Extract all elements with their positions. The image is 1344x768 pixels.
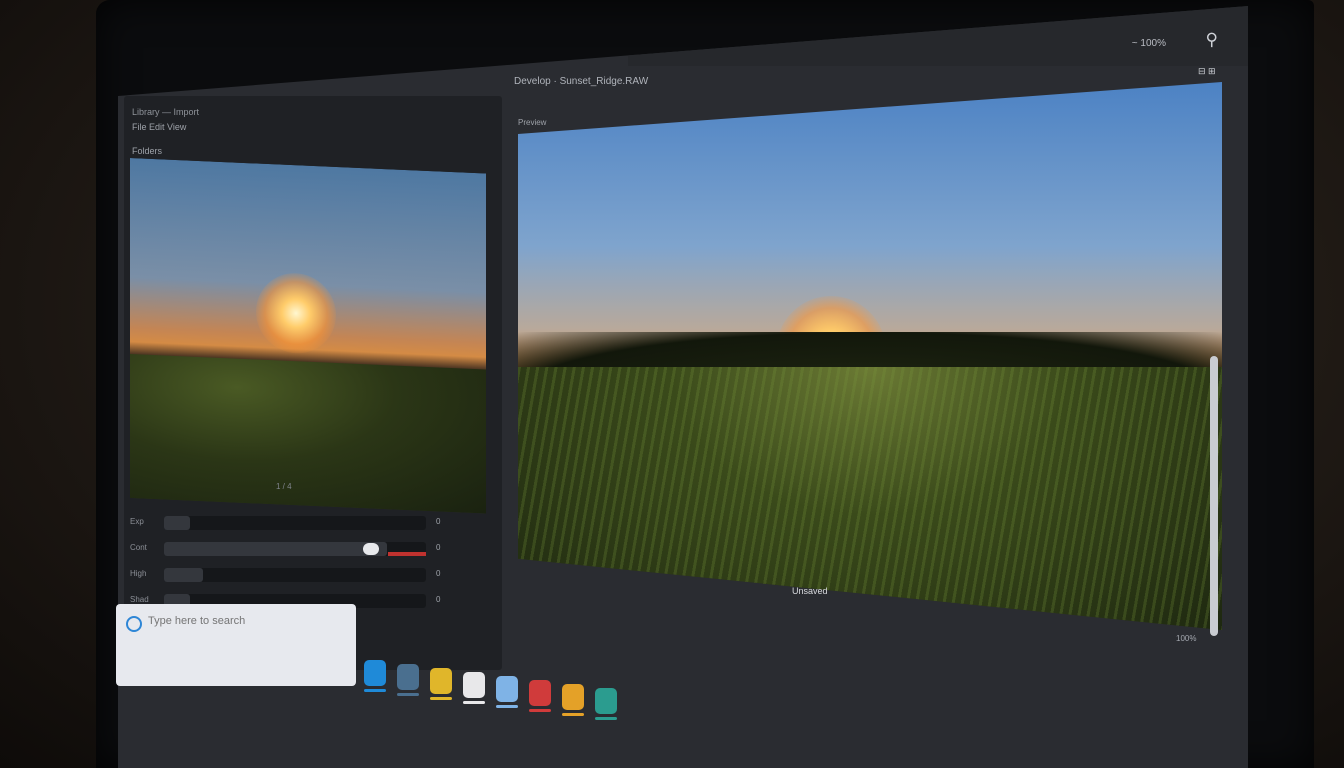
slider-track[interactable]: [164, 568, 426, 582]
search-icon[interactable]: ⚲: [1206, 30, 1218, 50]
slider-row: Exp 0: [130, 512, 440, 534]
slider-fill: [164, 516, 191, 530]
maps-icon[interactable]: [595, 688, 617, 720]
search-input[interactable]: [146, 614, 340, 628]
active-indicator: [529, 709, 551, 712]
main-photo-canvas[interactable]: [518, 82, 1222, 630]
slider-label: High: [130, 569, 147, 578]
slider-value: 0: [436, 569, 441, 578]
vertical-scrollbar[interactable]: [1210, 356, 1218, 636]
search-icon: [126, 616, 142, 632]
slider-track[interactable]: [164, 542, 426, 556]
adjustment-sliders: Exp 0 Cont 0 High 0 Shad 0: [130, 512, 440, 616]
photos-icon[interactable]: [463, 672, 485, 704]
zoom-readout: ~ 100%: [1131, 38, 1166, 49]
slider-knob[interactable]: [362, 543, 379, 555]
status-caption: Unsaved: [792, 586, 828, 596]
taskbar-search[interactable]: [116, 604, 356, 686]
slider-label: Cont: [130, 543, 147, 552]
active-indicator: [364, 689, 386, 692]
slider-value: 0: [436, 517, 441, 526]
media-icon[interactable]: [529, 680, 551, 712]
active-indicator: [430, 697, 452, 700]
slider-fill: [164, 542, 387, 556]
slider-label: Shad: [130, 595, 149, 604]
slider-value: 0: [436, 543, 441, 552]
active-indicator: [463, 701, 485, 704]
slider-value: 0: [436, 595, 441, 604]
panel-toolbar[interactable]: File Edit View: [132, 122, 186, 132]
active-indicator: [496, 705, 518, 708]
clip-warning-bar: [388, 552, 426, 556]
browser-icon[interactable]: [430, 668, 452, 700]
slider-row: High 0: [130, 564, 440, 586]
panel-controls[interactable]: ⊟ ⊞: [1198, 66, 1216, 77]
preview-label: Preview: [518, 118, 547, 127]
active-indicator: [397, 693, 419, 696]
active-indicator: [595, 717, 617, 720]
tab-folders[interactable]: Folders: [132, 146, 162, 156]
slider-track[interactable]: [164, 516, 426, 530]
viewer-header: Develop · Sunset_Ridge.RAW: [514, 76, 649, 87]
taskbar: [358, 652, 658, 732]
slider-label: Exp: [130, 517, 144, 526]
editor-icon[interactable]: [496, 676, 518, 708]
panel-title: Library — Import: [132, 107, 200, 117]
folder-icon[interactable]: [397, 664, 419, 696]
thumbnail-counter: 1 / 4: [276, 482, 292, 491]
active-indicator: [562, 713, 584, 716]
viewer-icon[interactable]: [562, 684, 584, 716]
slider-row: Cont 0: [130, 538, 440, 560]
thumbnail-preview[interactable]: [130, 158, 486, 514]
panel-titlebar: Library — Import: [132, 102, 492, 117]
zoom-level[interactable]: 100%: [1176, 634, 1196, 643]
slider-fill: [164, 568, 204, 582]
start-icon[interactable]: [364, 660, 386, 692]
